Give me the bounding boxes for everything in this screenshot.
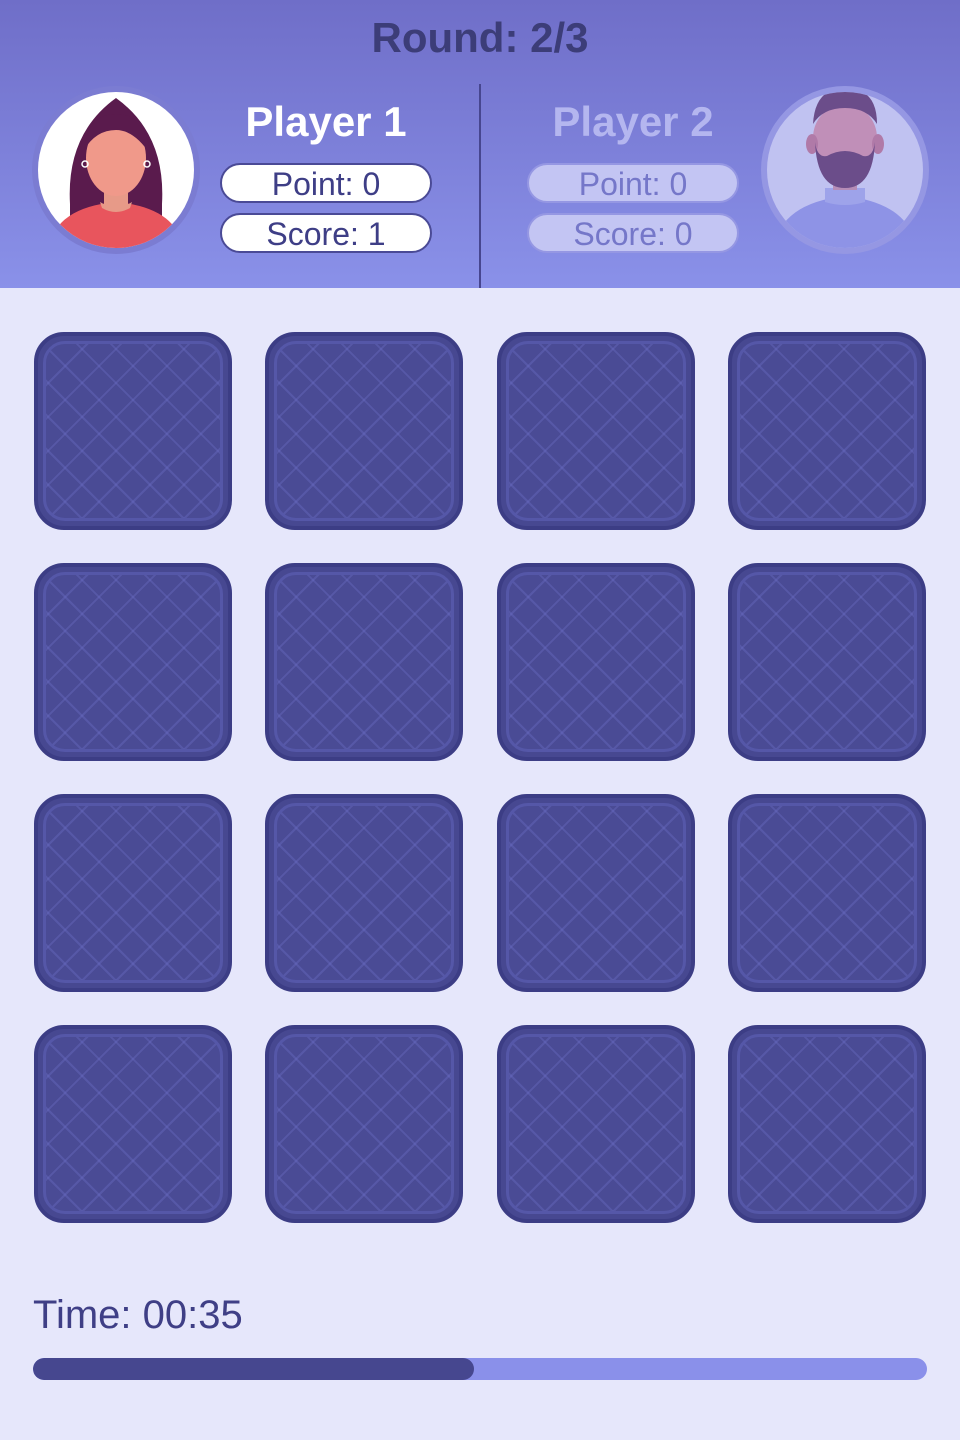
memory-card[interactable] [265, 563, 463, 761]
card-back-pattern [43, 341, 223, 521]
card-back-pattern [274, 1034, 454, 1214]
memory-card[interactable] [34, 332, 232, 530]
memory-card[interactable] [728, 332, 926, 530]
card-back-pattern [737, 341, 917, 521]
time-progress-bar [33, 1358, 927, 1380]
card-back-pattern [737, 803, 917, 983]
card-back-pattern [274, 803, 454, 983]
player-divider [479, 84, 481, 288]
round-indicator: Round: 2/3 [371, 14, 589, 61]
time-progress-fill [33, 1358, 474, 1380]
woman-avatar-icon [32, 86, 200, 254]
memory-card[interactable] [34, 563, 232, 761]
memory-card[interactable] [497, 563, 695, 761]
card-back-pattern [43, 803, 223, 983]
memory-card[interactable] [497, 332, 695, 530]
card-board [0, 288, 960, 1248]
timer-label: Time: 00:35 [33, 1293, 243, 1337]
memory-card[interactable] [265, 1025, 463, 1223]
game-header: Round: 2/3 Player 1 Point: 0 Score: 1 Pl… [0, 0, 960, 288]
player-1-avatar [30, 84, 202, 256]
card-back-pattern [274, 341, 454, 521]
memory-card[interactable] [265, 794, 463, 992]
player-2-score: Score: 0 [527, 213, 739, 253]
card-back-pattern [506, 803, 686, 983]
memory-card[interactable] [497, 1025, 695, 1223]
player-1-name: Player 1 [245, 98, 407, 145]
player-1-score: Score: 1 [220, 213, 432, 253]
player-2-point: Point: 0 [527, 163, 739, 203]
memory-card[interactable] [497, 794, 695, 992]
bearded-man-avatar-icon [761, 86, 929, 254]
player-2-name: Player 2 [552, 98, 714, 145]
memory-card[interactable] [728, 563, 926, 761]
card-back-pattern [274, 572, 454, 752]
card-back-pattern [506, 572, 686, 752]
card-back-pattern [43, 1034, 223, 1214]
memory-card[interactable] [34, 794, 232, 992]
player-1-point: Point: 0 [220, 163, 432, 203]
card-back-pattern [737, 572, 917, 752]
memory-card[interactable] [265, 332, 463, 530]
card-back-pattern [506, 1034, 686, 1214]
card-back-pattern [506, 341, 686, 521]
memory-card[interactable] [34, 1025, 232, 1223]
card-back-pattern [43, 572, 223, 752]
card-back-pattern [737, 1034, 917, 1214]
player-2-avatar [759, 84, 931, 256]
memory-card[interactable] [728, 794, 926, 992]
memory-card[interactable] [728, 1025, 926, 1223]
